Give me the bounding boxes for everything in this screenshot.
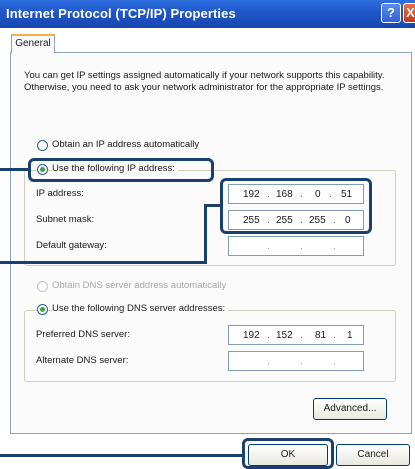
callout-pointer-ip-fields-vertical — [204, 204, 207, 263]
octet-separator: . — [300, 241, 303, 252]
highlight-use-following-ip — [28, 158, 214, 182]
preferred-dns-field[interactable]: 192 . 152 . 81 . 1 — [228, 325, 364, 345]
highlight-ip-subnet-fields — [220, 178, 372, 234]
preferred-dns-label: Preferred DNS server: — [36, 329, 130, 340]
advanced-button[interactable]: Advanced... — [313, 398, 387, 420]
use-following-dns-label: Use the following DNS server addresses: — [52, 303, 229, 314]
title-bar: Internet Protocol (TCP/IP) Properties ? … — [0, 0, 415, 28]
tab-general[interactable]: General — [11, 34, 55, 53]
preferred-dns-octet-2: 152 — [276, 330, 293, 341]
octet-separator: . — [267, 241, 270, 252]
alternate-dns-field[interactable]: . . . — [228, 351, 364, 371]
obtain-ip-auto-label: Obtain an IP address automatically — [52, 139, 200, 150]
intro-text: You can get IP settings assigned automat… — [24, 70, 385, 93]
preferred-dns-octet-3: 81 — [315, 330, 327, 341]
default-gateway-label: Default gateway: — [36, 240, 107, 251]
default-gateway-field[interactable]: . . . — [228, 236, 364, 256]
window-title: Internet Protocol (TCP/IP) Properties — [6, 6, 236, 21]
callout-pointer-ip-fields-horizontal — [0, 261, 207, 264]
octet-separator: . — [333, 241, 336, 252]
preferred-dns-octet-1: 192 — [243, 330, 260, 341]
close-button[interactable]: X — [403, 3, 415, 23]
obtain-ip-auto-radio[interactable] — [37, 140, 48, 151]
octet-separator: . — [333, 356, 336, 367]
obtain-dns-auto-label: Obtain DNS server address automatically — [52, 280, 227, 291]
octet-separator: . — [267, 330, 270, 341]
octet-separator: . — [333, 330, 336, 341]
octet-separator: . — [300, 330, 303, 341]
ip-address-label: IP address: — [36, 188, 84, 199]
cancel-button[interactable]: Cancel — [336, 444, 410, 466]
help-button[interactable]: ? — [381, 3, 401, 23]
octet-separator: . — [267, 356, 270, 367]
highlight-ok-button — [242, 438, 334, 469]
subnet-mask-label: Subnet mask: — [36, 214, 95, 225]
preferred-dns-octet-4: 1 — [347, 330, 353, 341]
dns-server-group — [24, 310, 396, 382]
use-following-dns-radio[interactable] — [37, 304, 48, 315]
callout-pointer-ip-radio — [0, 168, 29, 171]
callout-pointer-ok-button — [0, 454, 243, 457]
octet-separator: . — [300, 356, 303, 367]
obtain-dns-auto-radio[interactable] — [37, 281, 48, 292]
alternate-dns-label: Alternate DNS server: — [36, 355, 129, 366]
